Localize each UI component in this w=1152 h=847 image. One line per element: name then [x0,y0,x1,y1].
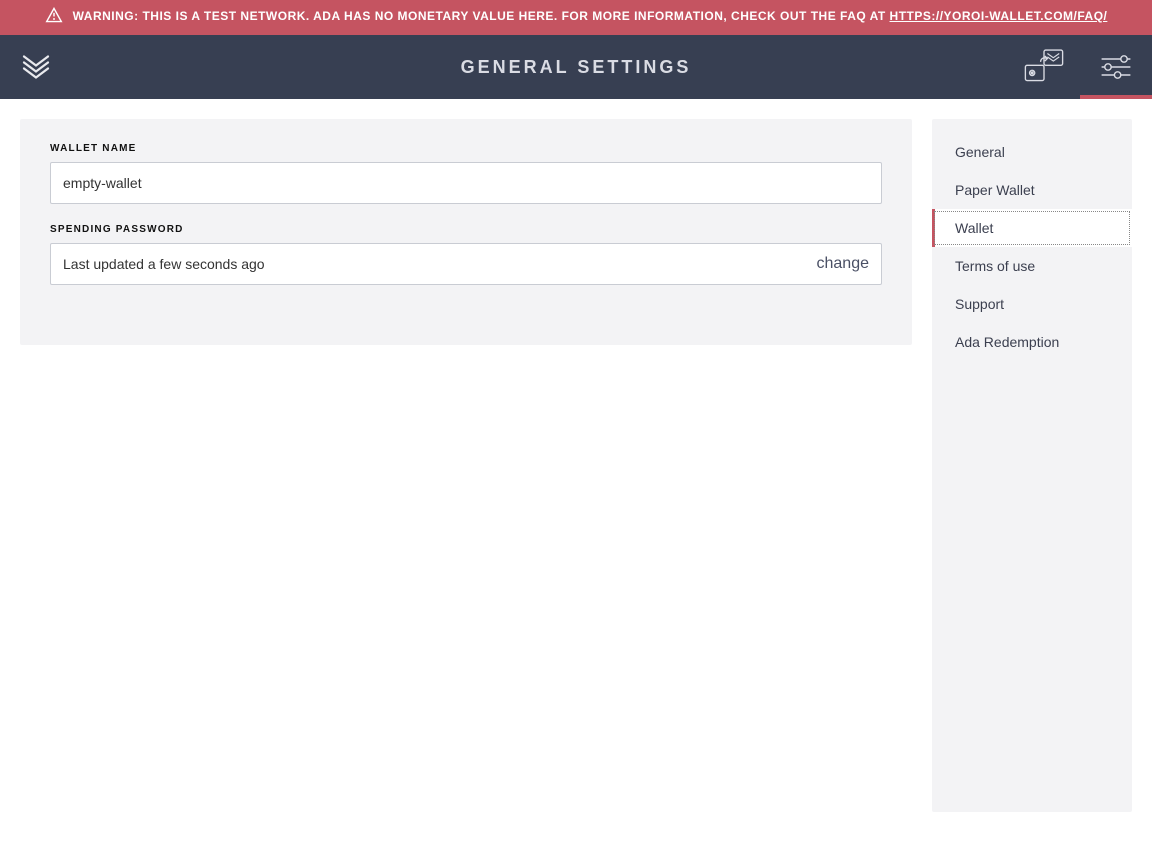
wallets-icon [1022,48,1066,86]
test-network-warning: WARNING: THIS IS A TEST NETWORK. ADA HAS… [0,0,1152,35]
settings-sliders-icon [1100,54,1132,80]
spending-password-field: SPENDING PASSWORD Last updated a few sec… [50,224,882,285]
sidebar-item-general[interactable]: General [932,133,1132,171]
settings-panel: WALLET NAME SPENDING PASSWORD Last updat… [20,119,912,345]
settings-nav-button[interactable] [1080,35,1152,99]
settings-sidebar: General Paper Wallet Wallet Terms of use… [932,119,1132,812]
wallet-name-field: WALLET NAME [50,143,882,204]
warning-faq-link[interactable]: HTTPS://YOROI-WALLET.COM/FAQ/ [890,9,1108,23]
page-title: GENERAL SETTINGS [0,35,1152,99]
topbar: GENERAL SETTINGS [0,35,1152,99]
sidebar-item-support[interactable]: Support [932,285,1132,323]
spending-password-label: SPENDING PASSWORD [50,224,882,235]
spending-password-status: Last updated a few seconds ago [63,256,817,272]
brand-logo[interactable] [0,35,72,99]
warning-icon [45,7,63,29]
sidebar-item-ada-redemption[interactable]: Ada Redemption [932,323,1132,361]
warning-prefix: WARNING: [73,9,139,23]
sidebar-item-terms-of-use[interactable]: Terms of use [932,247,1132,285]
yoroi-logo-icon [21,52,51,82]
sidebar-item-paper-wallet[interactable]: Paper Wallet [932,171,1132,209]
wallet-name-input[interactable] [50,162,882,204]
change-password-button[interactable]: change [817,255,870,273]
wallet-name-label: WALLET NAME [50,143,882,154]
warning-text: THIS IS A TEST NETWORK. ADA HAS NO MONET… [139,9,890,23]
wallets-nav-button[interactable] [1008,35,1080,99]
sidebar-item-wallet[interactable]: Wallet [932,209,1132,247]
